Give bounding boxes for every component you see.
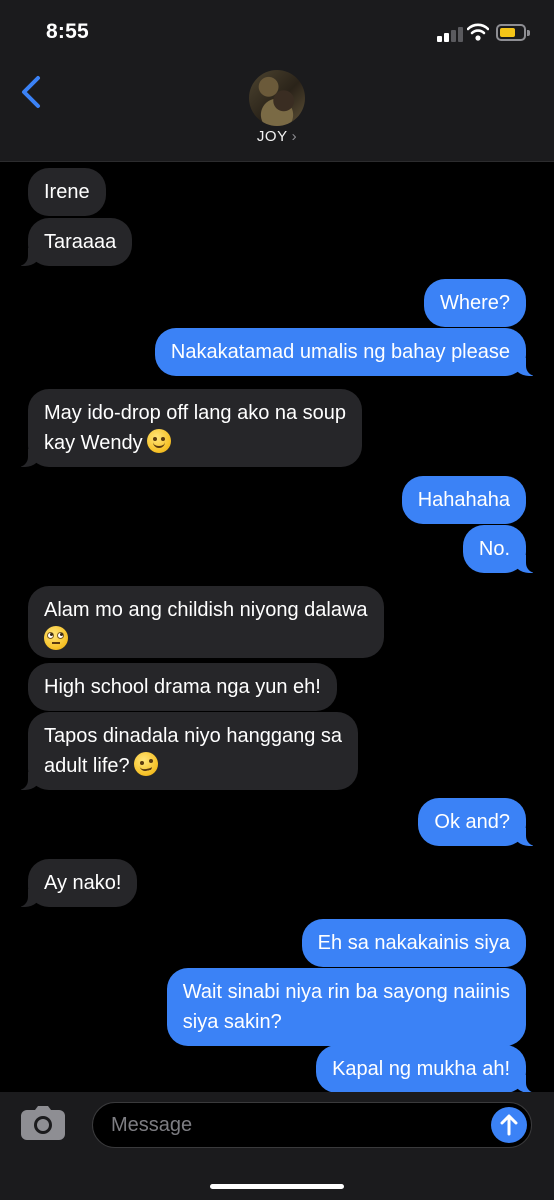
message-text: Eh sa nakakainis siya xyxy=(317,932,510,954)
messages-screen: 8:55 JOY › Irene Taraaaa Where? Nakakata… xyxy=(0,0,554,1200)
message-bubble-incoming[interactable]: Irene xyxy=(28,168,106,216)
message-text: Kapal ng mukha ah! xyxy=(332,1058,510,1080)
smiling-face-icon xyxy=(146,429,171,453)
message-text: Ay nako! xyxy=(44,872,122,894)
message-bubble-incoming[interactable]: Alam mo ang childish niyong dalawa xyxy=(28,586,384,658)
message-text: Irene xyxy=(44,181,90,203)
contact-name[interactable]: JOY › xyxy=(0,128,554,145)
message-input-container[interactable] xyxy=(92,1102,532,1148)
camera-icon[interactable] xyxy=(21,1106,65,1140)
message-text-line: Tapos dinadala niyo hanggang sa xyxy=(44,725,343,747)
message-bubble-incoming[interactable]: Ay nako! xyxy=(17,859,138,907)
back-button[interactable] xyxy=(14,72,50,112)
message-bubble-outgoing[interactable]: Kapal ng mukha ah! xyxy=(316,1045,536,1093)
send-button[interactable] xyxy=(491,1107,527,1143)
message-input[interactable] xyxy=(111,1103,471,1147)
wifi-icon xyxy=(467,23,489,41)
message-text: High school drama nga yun eh! xyxy=(44,676,321,698)
message-text: Ok and? xyxy=(434,811,510,833)
message-text: Hahahaha xyxy=(417,489,510,511)
message-bubble-incoming[interactable]: High school drama nga yun eh! xyxy=(28,663,337,711)
message-bubble-outgoing[interactable]: Wait sinabi niya rin ba sayong naiinis s… xyxy=(166,968,526,1046)
conversation-header: 8:55 JOY › xyxy=(0,0,554,162)
chevron-right-icon: › xyxy=(291,128,298,145)
message-text-line: siya sakin? xyxy=(182,1011,282,1033)
message-text-line: Wait sinabi niya rin ba sayong naiinis xyxy=(182,981,510,1003)
message-bubble-outgoing[interactable]: Nakakatamad umalis ng bahay please xyxy=(154,328,537,376)
home-indicator xyxy=(210,1184,344,1189)
message-bubble-incoming[interactable]: May ido-drop off lang ako na soup kay We… xyxy=(17,389,363,467)
message-bubble-outgoing[interactable]: Ok and? xyxy=(418,798,536,846)
message-text-line: adult life? xyxy=(44,755,130,777)
message-text: Taraaaa xyxy=(44,231,117,253)
battery-icon xyxy=(496,24,530,41)
contact-avatar[interactable] xyxy=(249,70,305,126)
message-text-line: kay Wendy xyxy=(44,432,143,454)
signal-icon xyxy=(437,26,463,42)
message-text: Nakakatamad umalis ng bahay please xyxy=(170,341,510,363)
eye-roll-face-icon xyxy=(44,626,68,650)
message-text-line: Alam mo ang childish niyong dalawa xyxy=(44,599,368,621)
message-text-line: May ido-drop off lang ako na soup xyxy=(44,402,347,424)
message-bubble-incoming[interactable]: Tapos dinadala niyo hanggang sa adult li… xyxy=(17,712,359,790)
status-time: 8:55 xyxy=(46,20,89,43)
message-text: Where? xyxy=(439,292,510,314)
status-bar: 8:55 xyxy=(0,0,554,60)
contact-name-label: JOY xyxy=(256,128,288,145)
message-bubble-outgoing[interactable]: Where? xyxy=(423,279,526,327)
message-text: No. xyxy=(478,538,510,560)
message-bubble-incoming[interactable]: Taraaaa xyxy=(17,218,133,266)
compose-bar xyxy=(0,1092,554,1200)
send-arrow-icon xyxy=(500,1114,518,1136)
message-bubble-outgoing[interactable]: Hahahaha xyxy=(401,476,526,524)
message-bubble-outgoing[interactable]: Eh sa nakakainis siya xyxy=(301,919,526,967)
message-bubble-outgoing[interactable]: No. xyxy=(462,525,537,573)
woozy-face-icon xyxy=(133,752,158,776)
